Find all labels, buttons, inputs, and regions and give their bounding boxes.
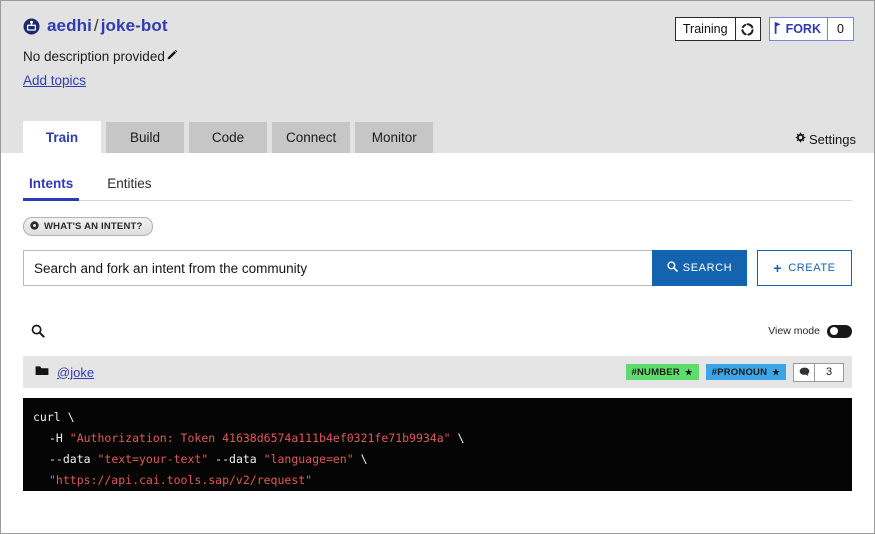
- info-circle-icon: [30, 221, 39, 233]
- speech-bubble-icon: [794, 364, 815, 381]
- star-icon: ★: [685, 367, 693, 378]
- training-status-label: Training: [676, 18, 735, 40]
- settings-label: Settings: [809, 132, 856, 147]
- view-mode-toggle[interactable]: [827, 325, 852, 338]
- expression-count: 3: [815, 364, 843, 381]
- bot-page: aedhi/joke-bot No description provided A…: [0, 0, 875, 534]
- search-input[interactable]: [23, 250, 652, 286]
- entity-tag-pronoun-label: #PRONOUN: [712, 367, 767, 378]
- page-title: aedhi/joke-bot: [47, 16, 168, 36]
- fork-count: 0: [827, 18, 853, 40]
- code-token: "https://api.cai.tools.sap/v2/request": [49, 473, 312, 487]
- tab-train[interactable]: Train: [23, 121, 101, 153]
- whats-an-intent-badge[interactable]: WHAT'S AN INTENT?: [23, 217, 153, 236]
- code-line: -H "Authorization: Token 41638d6574a111b…: [23, 428, 852, 449]
- intent-identity: @joke: [35, 363, 94, 381]
- code-token: -H: [49, 431, 70, 445]
- code-token: "text=your-text": [97, 452, 208, 466]
- bot-avatar-icon: [23, 18, 40, 35]
- training-status-badge[interactable]: Training: [675, 17, 761, 41]
- repo-separator: /: [92, 16, 101, 35]
- toggle-knob: [830, 327, 838, 335]
- bot-description: No description provided: [23, 49, 854, 64]
- code-line: "https://api.cai.tools.sap/v2/request": [23, 470, 852, 491]
- code-token: "language=en": [264, 452, 354, 466]
- code-token: --data: [49, 452, 97, 466]
- fork-text: FORK: [786, 22, 821, 36]
- code-token: --data: [208, 452, 263, 466]
- repo-owner[interactable]: aedhi: [47, 16, 92, 35]
- settings-button[interactable]: Settings: [794, 132, 856, 153]
- create-button[interactable]: + CREATE: [757, 250, 852, 286]
- search-button-label: SEARCH: [683, 262, 732, 274]
- create-button-label: CREATE: [788, 262, 835, 274]
- list-toolbar: View mode: [23, 318, 852, 344]
- search-button[interactable]: SEARCH: [652, 250, 747, 286]
- list-item[interactable]: @joke #NUMBER ★ #PRONOUN ★ 3: [23, 356, 852, 388]
- code-token: curl \: [33, 410, 75, 424]
- add-topics-link[interactable]: Add topics: [23, 73, 86, 88]
- plus-icon: +: [773, 261, 782, 275]
- code-line: curl \: [23, 407, 852, 428]
- tab-code[interactable]: Code: [189, 122, 267, 153]
- tab-connect[interactable]: Connect: [272, 122, 350, 153]
- community-search-row: SEARCH + CREATE: [23, 250, 852, 286]
- view-mode-control: View mode: [768, 325, 852, 338]
- gear-icon: [794, 132, 806, 147]
- search-icon[interactable]: [31, 324, 45, 338]
- curl-code-block: curl \ -H "Authorization: Token 41638d65…: [23, 398, 852, 491]
- code-line: --data "text=your-text" --data "language…: [23, 449, 852, 470]
- header-actions: Training: [675, 17, 854, 41]
- sub-tabs: Intents Entities: [23, 153, 852, 201]
- fork-button-label: FORK: [770, 18, 827, 40]
- tab-build[interactable]: Build: [106, 122, 184, 153]
- spinner-icon: [735, 18, 760, 40]
- tab-monitor[interactable]: Monitor: [355, 122, 433, 153]
- search-icon: [667, 261, 678, 275]
- bot-description-text: No description provided: [23, 49, 165, 64]
- code-token: \: [451, 431, 465, 445]
- tab-entities[interactable]: Entities: [101, 176, 157, 200]
- intent-name-link[interactable]: @joke: [57, 365, 94, 380]
- whats-an-intent-label: WHAT'S AN INTENT?: [44, 221, 143, 232]
- code-token: \: [354, 452, 368, 466]
- repo-name[interactable]: joke-bot: [101, 16, 168, 35]
- page-header: aedhi/joke-bot No description provided A…: [1, 1, 874, 153]
- star-icon: ★: [772, 367, 780, 378]
- entity-tag-pronoun[interactable]: #PRONOUN ★: [706, 364, 786, 380]
- fork-icon: [773, 21, 785, 38]
- entity-tag-number-label: #NUMBER: [632, 367, 680, 378]
- fork-button[interactable]: FORK 0: [769, 17, 854, 41]
- page-body: Intents Entities WHAT'S AN INTENT?: [1, 153, 874, 491]
- folder-icon: [35, 363, 49, 381]
- pencil-icon[interactable]: [165, 49, 178, 64]
- entity-tag-number[interactable]: #NUMBER ★: [626, 364, 699, 380]
- expression-count-box[interactable]: 3: [793, 363, 844, 382]
- code-token: "Authorization: Token 41638d6574a111b4ef…: [70, 431, 451, 445]
- view-mode-label: View mode: [768, 325, 820, 337]
- intent-meta: #NUMBER ★ #PRONOUN ★ 3: [626, 363, 845, 382]
- tab-intents[interactable]: Intents: [23, 176, 79, 200]
- main-tabs: Train Build Code Connect Monitor Setting…: [23, 121, 856, 153]
